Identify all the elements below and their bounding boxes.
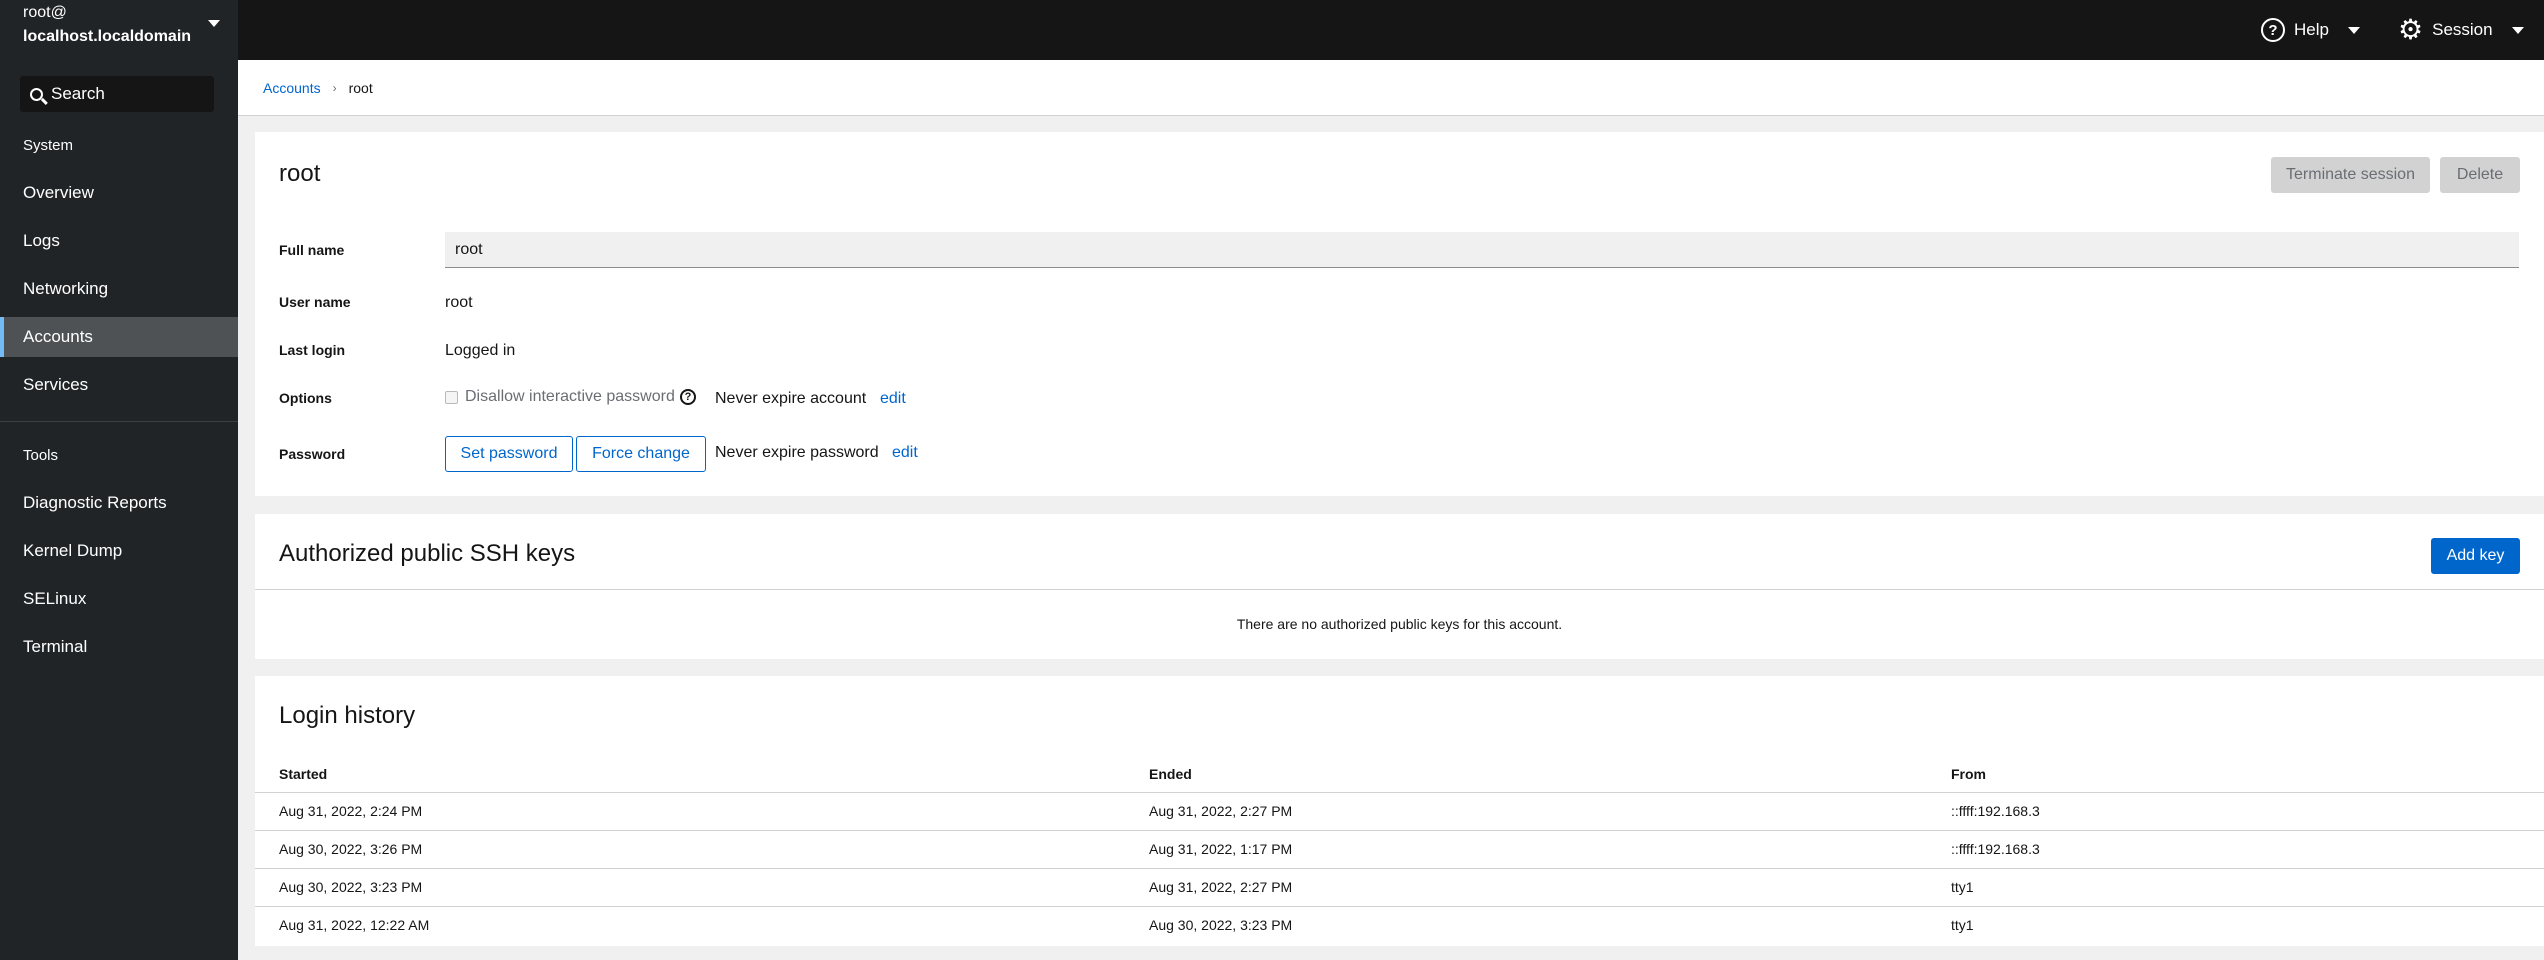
host-name: localhost.localdomain — [23, 28, 192, 45]
host-switcher[interactable]: root@ localhost.localdomain — [0, 0, 238, 60]
session-menu-button[interactable]: ⚙ Session — [2398, 0, 2524, 60]
chevron-down-icon — [2347, 26, 2360, 34]
account-details-card: root Terminate session Delete Full name … — [255, 132, 2544, 496]
account-title: root — [279, 160, 321, 187]
column-header-ended: Ended — [1149, 766, 1192, 782]
table-row: Aug 31, 2022, 2:24 PM Aug 31, 2022, 2:27… — [255, 792, 2544, 830]
search-icon — [30, 87, 43, 101]
cell-from: ::ffff:192.168.3 — [1951, 803, 2040, 819]
sidebar-item-terminal[interactable]: Terminal — [0, 627, 238, 667]
breadcrumb: Accounts › root — [238, 60, 2544, 116]
help-menu-button[interactable]: ? Help — [2261, 0, 2360, 60]
cell-started: Aug 30, 2022, 3:26 PM — [279, 841, 423, 857]
column-header-from: From — [1951, 766, 1986, 782]
breadcrumb-current: root — [348, 79, 373, 96]
user-name-value: root — [445, 294, 473, 311]
last-login-value: Logged in — [445, 342, 516, 359]
host-user: root@ — [23, 4, 67, 21]
sidebar-item-selinux[interactable]: SELinux — [0, 579, 238, 619]
force-change-button[interactable]: Force change — [576, 436, 706, 472]
sidebar-item-kernel-dump[interactable]: Kernel Dump — [0, 531, 238, 571]
chevron-down-icon — [2511, 26, 2524, 34]
search-input[interactable]: Search — [20, 76, 214, 112]
gear-icon: ⚙ — [2398, 14, 2424, 45]
add-key-button[interactable]: Add key — [2431, 538, 2520, 574]
sidebar-item-services[interactable]: Services — [0, 365, 238, 405]
sidebar-divider — [0, 421, 238, 422]
user-name-label: User name — [279, 294, 351, 310]
breadcrumb-accounts-link[interactable]: Accounts — [263, 80, 321, 96]
help-icon: ? — [2261, 18, 2285, 42]
cell-ended: Aug 31, 2022, 2:27 PM — [1149, 803, 1293, 819]
chevron-right-icon: › — [332, 80, 337, 95]
terminate-session-button[interactable]: Terminate session — [2271, 157, 2430, 193]
search-label: Search — [51, 84, 105, 103]
cell-from: tty1 — [1951, 879, 1974, 895]
cell-from: ::ffff:192.168.3 — [1951, 841, 2040, 857]
table-row: Aug 30, 2022, 3:26 PM Aug 31, 2022, 1:17… — [255, 830, 2544, 868]
help-label: Help — [2294, 20, 2329, 39]
sidebar-item-overview[interactable]: Overview — [0, 173, 238, 213]
cell-ended: Aug 30, 2022, 3:23 PM — [1149, 917, 1293, 933]
login-history-card: Login history Started Ended From Aug 31,… — [255, 676, 2544, 946]
delete-button[interactable]: Delete — [2440, 157, 2520, 193]
sidebar-item-networking[interactable]: Networking — [0, 269, 238, 309]
full-name-field[interactable]: root — [445, 232, 2519, 268]
divider — [255, 589, 2544, 590]
cell-started: Aug 31, 2022, 2:24 PM — [279, 803, 423, 819]
never-expire-account-text: Never expire account — [715, 390, 867, 407]
cell-started: Aug 31, 2022, 12:22 AM — [279, 917, 430, 933]
top-bar: root@ localhost.localdomain ? Help ⚙ Ses… — [0, 0, 2544, 60]
cell-started: Aug 30, 2022, 3:23 PM — [279, 879, 423, 895]
disallow-password-checkbox[interactable] — [445, 391, 458, 404]
ssh-keys-empty-message: There are no authorized public keys for … — [1236, 616, 1563, 632]
cell-from: tty1 — [1951, 917, 1974, 933]
sidebar: Search System Overview Logs Networking A… — [0, 60, 238, 960]
full-name-label: Full name — [279, 242, 345, 258]
cell-ended: Aug 31, 2022, 1:17 PM — [1149, 841, 1293, 857]
session-label: Session — [2432, 20, 2493, 39]
chevron-down-icon — [208, 20, 220, 27]
cell-ended: Aug 31, 2022, 2:27 PM — [1149, 879, 1293, 895]
section-label-tools: Tools — [23, 447, 59, 464]
options-label: Options — [279, 390, 332, 406]
login-history-title: Login history — [279, 702, 416, 729]
set-password-button[interactable]: Set password — [445, 436, 573, 472]
ssh-keys-card: Authorized public SSH keys Add key There… — [255, 514, 2544, 659]
sidebar-item-logs[interactable]: Logs — [0, 221, 238, 261]
ssh-keys-title: Authorized public SSH keys — [279, 540, 576, 567]
column-header-started: Started — [279, 766, 328, 782]
help-icon[interactable]: ? — [680, 389, 696, 405]
sidebar-item-accounts[interactable]: Accounts — [0, 317, 238, 357]
never-expire-password-text: Never expire password — [715, 444, 879, 461]
table-row: Aug 30, 2022, 3:23 PM Aug 31, 2022, 2:27… — [255, 868, 2544, 906]
full-name-value: root — [455, 240, 483, 258]
edit-account-expiry-link[interactable]: edit — [880, 390, 906, 408]
table-row: Aug 31, 2022, 12:22 AM Aug 30, 2022, 3:2… — [255, 906, 2544, 944]
edit-password-expiry-link[interactable]: edit — [892, 444, 918, 462]
last-login-label: Last login — [279, 342, 346, 358]
section-label-system: System — [23, 137, 74, 154]
disallow-password-label: Disallow interactive password — [465, 388, 675, 405]
password-label: Password — [279, 446, 346, 462]
sidebar-item-diagnostic-reports[interactable]: Diagnostic Reports — [0, 483, 238, 523]
